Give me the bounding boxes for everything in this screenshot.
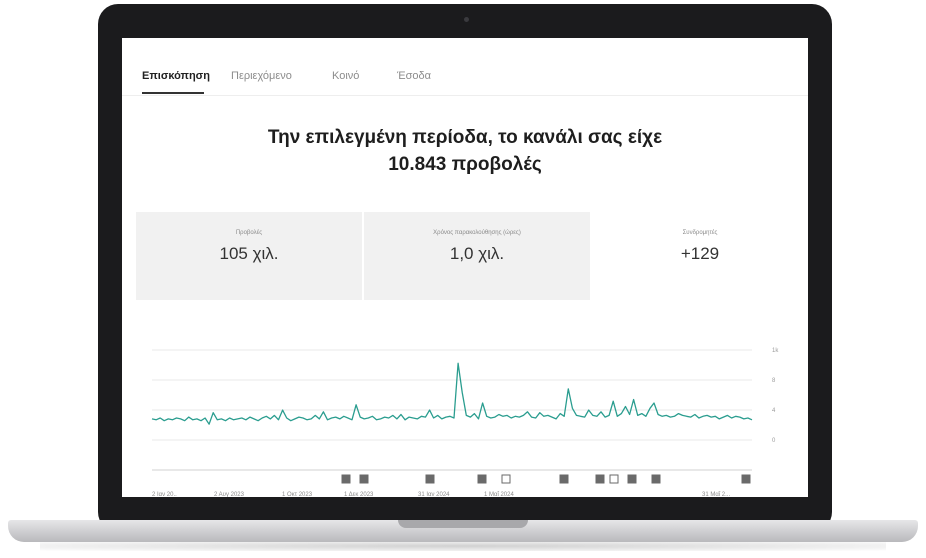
- tab-revenue[interactable]: Έσοδα: [397, 70, 431, 82]
- metric-value: +129: [680, 244, 720, 263]
- metric-label: Χρόνος παρακολούθησης (ώρες): [433, 230, 521, 236]
- video-marker-icon[interactable]: [651, 474, 661, 484]
- analytics-tab-bar: Επισκόπηση Περιεχόμενο Κοινό Έσοδα: [122, 38, 808, 98]
- metric-card-views[interactable]: Προβολές 105 χιλ.: [136, 212, 362, 300]
- y-tick-label: 8: [772, 378, 776, 384]
- headline-line-1: Την επιλεγμένη περίοδα, το κανάλι σας εί…: [267, 127, 663, 148]
- page-headline: Την επιλεγμένη περίοδα, το κανάλι σας εί…: [122, 124, 808, 178]
- headline-line-2: 10.843 προβολές: [388, 154, 542, 175]
- video-marker-icon[interactable]: [741, 474, 751, 484]
- tab-content[interactable]: Περιεχόμενο: [231, 70, 292, 82]
- metric-label: Προβολές: [235, 230, 263, 236]
- y-tick-label: 4: [772, 408, 776, 414]
- video-marker-icon[interactable]: [425, 474, 435, 484]
- video-marker-icon[interactable]: [609, 474, 619, 484]
- metric-card-watch-time[interactable]: Χρόνος παρακολούθησης (ώρες) 1,0 χιλ.: [364, 212, 590, 300]
- metric-value: 1,0 χιλ.: [449, 244, 505, 263]
- webcam: [464, 17, 469, 22]
- video-marker-icon[interactable]: [359, 474, 369, 484]
- video-marker-icon[interactable]: [595, 474, 605, 484]
- video-marker-icon[interactable]: [477, 474, 487, 484]
- video-marker-icon[interactable]: [501, 474, 511, 484]
- tab-audience[interactable]: Κοινό: [332, 70, 359, 82]
- x-tick-label: 31 Μαΐ 2...: [702, 491, 730, 497]
- video-marker-icon[interactable]: [341, 474, 351, 484]
- chart-svg: 1k 8 4 0 2 Ιαν 20.. 2 Αυγ 2023 1 Οκτ 2023 1 Δεκ…: [151, 348, 779, 497]
- laptop-shadow: [40, 541, 886, 551]
- y-tick-label: 1k: [772, 348, 779, 354]
- x-tick-label: 2 Αυγ 2023: [214, 492, 245, 497]
- metric-label: Συνδρομητές: [682, 230, 718, 236]
- video-marker-icon[interactable]: [627, 474, 637, 484]
- views-line-chart[interactable]: 1k 8 4 0 2 Ιαν 20.. 2 Αυγ 2023 1 Οκτ 2023 1 Δεκ…: [122, 328, 808, 497]
- x-tick-label: 1 Οκτ 2023: [282, 492, 313, 497]
- metric-value: 105 χιλ.: [219, 244, 279, 263]
- tab-overview[interactable]: Επισκόπηση: [142, 70, 210, 82]
- laptop-screen: Επισκόπηση Περιεχόμενο Κοινό Έσοδα Την ε…: [122, 38, 808, 497]
- x-tick-label: 31 Ιαν 2024: [418, 492, 450, 497]
- x-tick-label: 1 Δεκ 2023: [344, 492, 374, 497]
- laptop-base-notch: [398, 520, 528, 528]
- active-tab-indicator: [142, 92, 204, 94]
- tabs-divider: [122, 95, 808, 96]
- video-marker-icon[interactable]: [559, 474, 569, 484]
- y-tick-label: 0: [772, 438, 776, 444]
- series-line: [151, 362, 753, 425]
- metric-card-subscribers[interactable]: Συνδρομητές +129: [592, 212, 808, 300]
- x-tick-label: 2 Ιαν 20..: [152, 492, 177, 497]
- x-tick-label: 1 Μαΐ 2024: [484, 491, 514, 497]
